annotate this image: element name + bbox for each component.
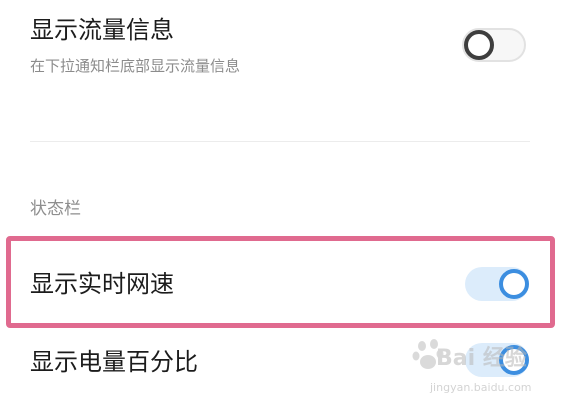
divider [30,141,530,142]
setting-title-traffic-info: 显示流量信息 [30,16,174,44]
highlight-annotation-box [6,236,555,328]
section-header-status-bar: 状态栏 [30,199,81,219]
watermark: Bai 经验 jingyan.baidu.com [410,336,556,404]
traffic-info-toggle[interactable] [462,28,526,62]
setting-description-traffic-info: 在下拉通知栏底部显示流量信息 [30,57,241,75]
setting-title-battery-percent: 显示电量百分比 [30,348,198,376]
watermark-url: jingyan.baidu.com [430,381,532,394]
toggle-knob [464,30,494,60]
watermark-brand: Bai 经验 [436,346,527,371]
